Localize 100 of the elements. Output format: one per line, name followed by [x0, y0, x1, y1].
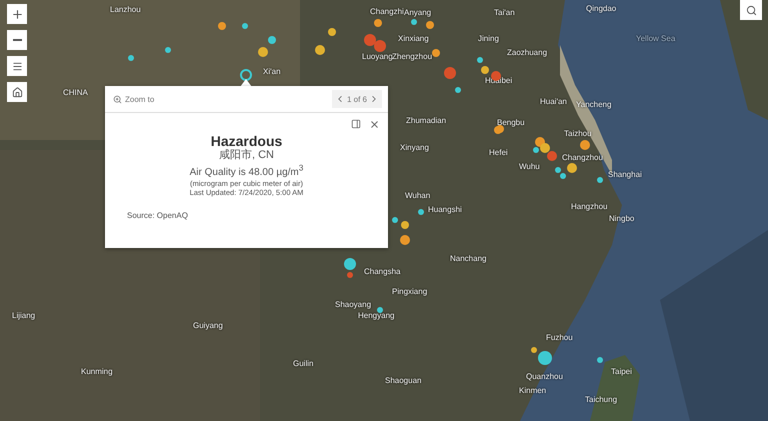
- map-place-label: Zhumadian: [406, 116, 446, 125]
- popup-title: Hazardous: [210, 133, 282, 149]
- map-place-label: Zaozhuang: [507, 48, 548, 57]
- air-quality-marker[interactable]: [374, 40, 386, 52]
- air-quality-marker[interactable]: [560, 173, 566, 179]
- air-quality-marker[interactable]: [268, 36, 276, 44]
- air-quality-marker[interactable]: [538, 351, 552, 365]
- zoom-to-button[interactable]: Zoom to: [113, 94, 154, 104]
- air-quality-marker[interactable]: [597, 177, 603, 183]
- air-quality-marker[interactable]: [374, 19, 382, 27]
- air-quality-marker[interactable]: [218, 22, 226, 30]
- dock-button[interactable]: [351, 119, 361, 130]
- air-quality-marker[interactable]: [496, 125, 504, 133]
- air-quality-marker[interactable]: [533, 147, 539, 153]
- map-place-label: Kunming: [81, 367, 113, 376]
- map-place-label: Qingdao: [586, 4, 616, 13]
- map-place-label: Kinmen: [519, 386, 546, 395]
- map-place-label: Jining: [478, 34, 499, 43]
- air-quality-marker[interactable]: [242, 23, 248, 29]
- zoom-in-button[interactable]: [7, 4, 27, 24]
- map-place-label: Changsha: [364, 267, 400, 276]
- source-text: Source: OpenAQ: [126, 210, 189, 220]
- air-quality-marker[interactable]: [426, 21, 434, 29]
- close-icon: [369, 119, 380, 130]
- map-place-label: Tai'an: [494, 8, 515, 17]
- zoom-in-icon: [113, 94, 122, 104]
- map-place-label: Pingxiang: [392, 287, 428, 296]
- map-place-label: Ningbo: [609, 214, 634, 223]
- map-place-label: Nanchang: [450, 254, 486, 263]
- map-place-label: Yellow Sea: [636, 34, 676, 43]
- air-quality-marker[interactable]: [547, 151, 557, 161]
- map-place-label: Wuhu: [519, 162, 540, 171]
- map-place-label: Changzhou: [562, 153, 603, 162]
- air-quality-marker[interactable]: [477, 57, 483, 63]
- air-quality-marker[interactable]: [347, 272, 353, 278]
- air-quality-marker[interactable]: [165, 47, 171, 53]
- map-place-label: Changzhi: [370, 7, 404, 16]
- map-place-label: Wuhan: [405, 191, 430, 200]
- map-place-label: Lanzhou: [110, 5, 141, 14]
- map-place-label: Shaoguan: [385, 376, 422, 385]
- plus-icon: [10, 8, 24, 20]
- air-quality-marker[interactable]: [364, 34, 376, 46]
- map-place-label: Hefei: [489, 148, 508, 157]
- map-place-label: Hengyang: [358, 311, 394, 320]
- location-text: 咸阳市, CN: [219, 149, 274, 162]
- map-place-label: Huai'an: [540, 97, 567, 106]
- map-place-label: Huangshi: [428, 205, 462, 214]
- map-place-label: Fuzhou: [546, 333, 573, 342]
- air-quality-marker[interactable]: [481, 66, 489, 74]
- air-quality-marker[interactable]: [432, 49, 440, 57]
- air-quality-marker[interactable]: [567, 163, 577, 173]
- air-quality-marker[interactable]: [444, 67, 456, 79]
- map-place-label: Xinyang: [400, 143, 429, 152]
- air-quality-marker[interactable]: [411, 19, 417, 25]
- panel-icon: [351, 119, 361, 129]
- air-quality-marker[interactable]: [258, 47, 268, 57]
- search-button[interactable]: [740, 0, 762, 20]
- air-quality-marker[interactable]: [392, 217, 398, 223]
- menu-button[interactable]: [7, 56, 27, 76]
- air-quality-text: Air Quality is 48.00 µg/m$^{3}$: [190, 162, 304, 179]
- close-button[interactable]: [369, 119, 380, 130]
- map-place-label: Quanzhou: [526, 372, 563, 381]
- map-place-label: Bengbu: [497, 118, 525, 127]
- map-place-label: Luoyang: [362, 52, 393, 61]
- map-place-label: Zhengzhou: [392, 52, 432, 61]
- air-quality-marker[interactable]: [531, 347, 537, 353]
- home-button[interactable]: [7, 82, 27, 102]
- air-quality-marker[interactable]: [344, 258, 356, 270]
- map-place-label: Anyang: [404, 8, 432, 17]
- map-place-label: Shanghai: [608, 170, 642, 179]
- map-place-label: Guiyang: [193, 321, 223, 330]
- air-quality-marker[interactable]: [540, 143, 550, 153]
- air-quality-marker[interactable]: [377, 307, 383, 313]
- map-place-label: Hangzhou: [571, 202, 608, 211]
- search-icon: [746, 4, 756, 16]
- air-quality-marker[interactable]: [418, 209, 424, 215]
- minus-icon: [12, 39, 22, 41]
- home-icon: [12, 86, 22, 98]
- map-place-label: Taichung: [585, 395, 618, 404]
- air-quality-marker[interactable]: [555, 167, 561, 173]
- map-place-label: Taizhou: [564, 129, 592, 138]
- air-quality-marker[interactable]: [597, 357, 603, 363]
- air-quality-marker[interactable]: [328, 28, 336, 36]
- map-place-label: Taipei: [611, 367, 632, 376]
- map-place-label: Xinxiang: [398, 34, 429, 43]
- air-quality-marker[interactable]: [315, 45, 325, 55]
- air-quality-marker[interactable]: [580, 140, 590, 150]
- selected-marker-ring[interactable]: [240, 69, 252, 81]
- zoom-out-button[interactable]: [7, 30, 27, 50]
- air-quality-marker[interactable]: [401, 221, 409, 229]
- map-place-label: Xi'an: [263, 67, 281, 76]
- map-place-label: Shaoyang: [335, 300, 372, 309]
- map-place-label: Lijiang: [12, 311, 36, 320]
- air-quality-marker[interactable]: [128, 55, 134, 61]
- map-place-label: Guilin: [293, 359, 314, 368]
- map-place-label: CHINA: [63, 88, 88, 97]
- air-quality-marker[interactable]: [400, 235, 410, 245]
- air-quality-marker[interactable]: [455, 87, 461, 93]
- page-count: 1 of 6: [346, 94, 367, 104]
- menu-icon: [12, 60, 22, 72]
